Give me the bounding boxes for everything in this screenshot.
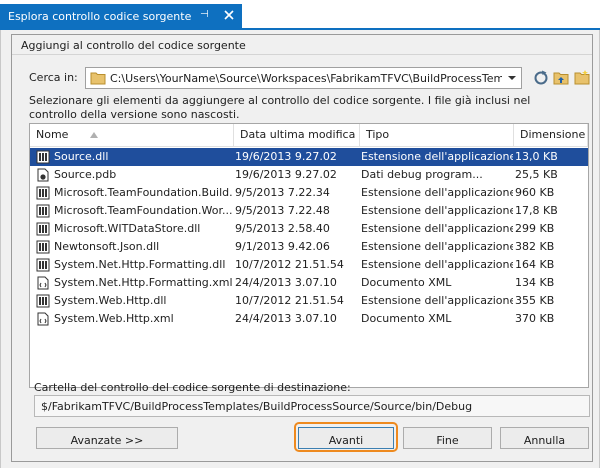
file-row[interactable]: Microsoft.WITDataStore.dll 9/5/2013 2.58.… xyxy=(30,220,588,238)
file-name: Source.pdb xyxy=(54,168,117,181)
tab-strip: Esplora controllo codice sorgente ⊣ xyxy=(0,0,600,30)
column-header-date[interactable]: Data ultima modifica xyxy=(234,124,360,146)
file-date: 9/1/2013 9.42.06 xyxy=(235,240,330,253)
destination-folder-field[interactable]: $/FabrikamTFVC/BuildProcessTemplates/Bui… xyxy=(34,395,590,417)
xml-icon xyxy=(37,276,49,290)
file-name: Newtonsoft.Json.dll xyxy=(54,240,160,253)
file-size: 960 KB xyxy=(515,186,555,199)
tab-source-control-explorer[interactable]: Esplora controllo codice sorgente ⊣ xyxy=(0,4,242,28)
file-name: Microsoft.TeamFoundation.Build... xyxy=(54,186,232,199)
file-type: Estensione dell'applicazione xyxy=(361,186,513,199)
file-date: 19/6/2013 9.27.02 xyxy=(235,168,337,181)
dll-icon xyxy=(36,204,50,218)
file-size: 355 KB xyxy=(515,294,555,307)
file-name: System.Web.Http.xml xyxy=(54,312,174,325)
chevron-down-icon[interactable] xyxy=(506,72,518,84)
file-type: Estensione dell'applicazione xyxy=(361,294,513,307)
file-row[interactable]: System.Net.Http.Formatting.dll 10/7/2012 … xyxy=(30,256,588,274)
file-size: 370 KB xyxy=(515,312,555,325)
look-in-path: C:\Users\YourName\Source\Workspaces\Fabr… xyxy=(110,72,502,85)
cancel-button[interactable]: Annulla xyxy=(500,427,589,449)
file-list[interactable]: Nome Data ultima modifica Tipo Dimension… xyxy=(29,123,589,388)
column-header-name[interactable]: Nome xyxy=(30,124,234,146)
file-row[interactable]: System.Net.Http.Formatting.xml 24/4/2013 … xyxy=(30,274,588,292)
column-date-label: Data ultima modifica xyxy=(240,128,356,141)
dialog-title: Aggiungi al controllo del codice sorgent… xyxy=(12,35,592,55)
file-size: 25,5 KB xyxy=(515,168,558,181)
file-date: 9/5/2013 7.22.48 xyxy=(235,204,330,217)
dll-icon xyxy=(36,240,50,254)
file-size: 17,8 KB xyxy=(515,204,558,217)
file-row[interactable]: Source.dll 19/6/2013 9.27.02 Estensione de… xyxy=(30,148,588,166)
instructions-text: Selezionare gli elementi da aggiungere a… xyxy=(29,94,531,121)
file-date: 10/7/2012 21.51.54 xyxy=(235,258,344,271)
next-button[interactable]: Avanti xyxy=(298,427,394,449)
file-name: System.Web.Http.dll xyxy=(54,294,167,307)
destination-folder-label: Cartella del controllo del codice sorgen… xyxy=(34,381,351,394)
dll-icon xyxy=(36,222,50,236)
folder-icon xyxy=(90,72,106,85)
column-header-type[interactable]: Tipo xyxy=(360,124,514,146)
file-date: 19/6/2013 9.27.02 xyxy=(235,150,337,163)
file-list-header: Nome Data ultima modifica Tipo Dimension… xyxy=(30,124,588,147)
file-row[interactable]: Microsoft.TeamFoundation.Build... 9/5/201… xyxy=(30,184,588,202)
file-name: System.Net.Http.Formatting.xml xyxy=(54,276,232,289)
look-in-dropdown[interactable]: C:\Users\YourName\Source\Workspaces\Fabr… xyxy=(85,67,522,89)
file-type: Estensione dell'applicazione xyxy=(361,204,513,217)
file-size: 164 KB xyxy=(515,258,555,271)
file-date: 24/4/2013 3.07.10 xyxy=(235,276,337,289)
file-date: 9/5/2013 7.22.34 xyxy=(235,186,330,199)
tab-title: Esplora controllo codice sorgente xyxy=(8,9,192,23)
file-size: 382 KB xyxy=(515,240,555,253)
file-row[interactable]: System.Web.Http.dll 10/7/2012 21.51.54 Est… xyxy=(30,292,588,310)
file-row[interactable]: Newtonsoft.Json.dll 9/1/2013 9.42.06 Esten… xyxy=(30,238,588,256)
look-in-label: Cerca in: xyxy=(29,71,78,84)
file-name: Microsoft.TeamFoundation.Wor... xyxy=(54,204,232,217)
file-type: Documento XML xyxy=(361,312,452,325)
file-type: Estensione dell'applicazione xyxy=(361,150,513,163)
sort-ascending-icon xyxy=(90,132,98,138)
column-header-size[interactable]: Dimensione xyxy=(514,124,588,146)
dll-icon xyxy=(36,150,50,164)
file-row[interactable]: Source.pdb 19/6/2013 9.27.02 Dati debug pr… xyxy=(30,166,588,184)
file-rows: Source.dll 19/6/2013 9.27.02 Estensione de… xyxy=(30,148,588,328)
advanced-button[interactable]: Avanzate >> xyxy=(36,427,178,449)
new-folder-icon[interactable] xyxy=(573,69,591,87)
file-name: System.Net.Http.Formatting.dll xyxy=(54,258,226,271)
file-row[interactable]: System.Web.Http.xml 24/4/2013 3.07.10 Docu… xyxy=(30,310,588,328)
file-size: 299 KB xyxy=(515,222,555,235)
file-date: 9/5/2013 2.58.40 xyxy=(235,222,330,235)
close-icon[interactable] xyxy=(221,7,237,23)
explorer-panel: Aggiungi al controllo del codice sorgent… xyxy=(0,30,600,468)
file-name: Microsoft.WITDataStore.dll xyxy=(54,222,201,235)
file-size: 13,0 KB xyxy=(515,150,558,163)
file-size: 134 KB xyxy=(515,276,555,289)
pin-icon[interactable]: ⊣ xyxy=(200,9,209,21)
file-type: Documento XML xyxy=(361,276,452,289)
file-date: 10/7/2012 21.51.54 xyxy=(235,294,344,307)
file-type: Dati debug program... xyxy=(361,168,483,181)
file-type: Estensione dell'applicazione xyxy=(361,222,513,235)
column-name-label: Nome xyxy=(36,128,69,141)
dll-icon xyxy=(36,294,50,308)
file-name: Source.dll xyxy=(54,150,109,163)
dll-icon xyxy=(36,258,50,272)
file-date: 24/4/2013 3.07.10 xyxy=(235,312,337,325)
dll-icon xyxy=(36,186,50,200)
add-to-source-control-dialog: Aggiungi al controllo del codice sorgent… xyxy=(11,34,593,462)
pdb-icon xyxy=(37,168,49,182)
column-type-label: Tipo xyxy=(366,128,390,141)
file-type: Estensione dell'applicazione xyxy=(361,240,513,253)
refresh-icon[interactable] xyxy=(532,69,550,87)
file-row[interactable]: Microsoft.TeamFoundation.Wor... 9/5/2013 … xyxy=(30,202,588,220)
finish-button[interactable]: Fine xyxy=(403,427,492,449)
folder-up-icon[interactable] xyxy=(552,69,570,87)
column-size-label: Dimensione xyxy=(520,128,586,141)
xml-icon xyxy=(37,312,49,326)
file-type: Estensione dell'applicazione xyxy=(361,258,513,271)
